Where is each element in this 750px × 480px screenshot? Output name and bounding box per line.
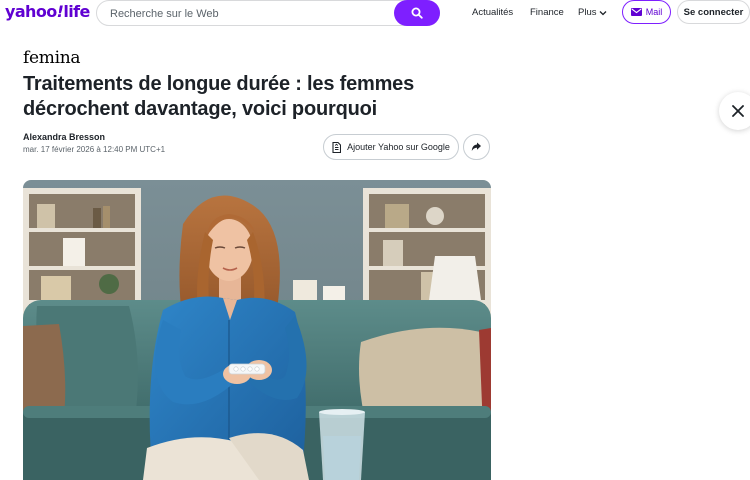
share-icon	[471, 142, 481, 151]
share-button[interactable]	[463, 134, 490, 160]
nav-more-label: Plus	[578, 7, 597, 18]
article-title: Traitements de longue durée : les femmes…	[23, 73, 415, 120]
nav-news[interactable]: Actualités	[472, 7, 513, 18]
search-icon	[411, 7, 423, 19]
source-logo[interactable]: femina	[23, 48, 81, 68]
hero-photo-woman-with-pills	[23, 180, 491, 480]
google-doc-icon	[332, 141, 342, 153]
login-button[interactable]: Se connecter	[677, 0, 750, 24]
mail-icon	[630, 8, 642, 16]
article-date: mar. 17 février 2026 à 12:40 PM UTC+1	[23, 145, 166, 154]
article-author[interactable]: Alexandra Bresson	[23, 132, 105, 142]
add-yahoo-google-button[interactable]: Ajouter Yahoo sur Google	[323, 134, 459, 160]
logo-main: yahoo	[5, 2, 57, 21]
logo-sub: life	[63, 2, 90, 21]
nav-more[interactable]: Plus	[578, 7, 607, 18]
top-header: yahoo!life Actualités Finance Plus Mail …	[0, 0, 750, 26]
mail-button[interactable]: Mail	[622, 0, 671, 24]
chevron-down-icon	[600, 10, 607, 15]
article-hero-image	[23, 180, 491, 480]
add-yahoo-google-label: Ajouter Yahoo sur Google	[347, 142, 450, 152]
close-button[interactable]	[719, 92, 750, 130]
login-label: Se connecter	[683, 6, 744, 18]
search-input[interactable]	[110, 5, 390, 22]
mail-label: Mail	[645, 7, 663, 17]
search-bar	[96, 0, 440, 26]
yahoo-life-logo[interactable]: yahoo!life	[5, 2, 90, 22]
close-icon	[732, 105, 744, 117]
search-button[interactable]	[394, 0, 440, 26]
nav-finance[interactable]: Finance	[530, 7, 564, 18]
